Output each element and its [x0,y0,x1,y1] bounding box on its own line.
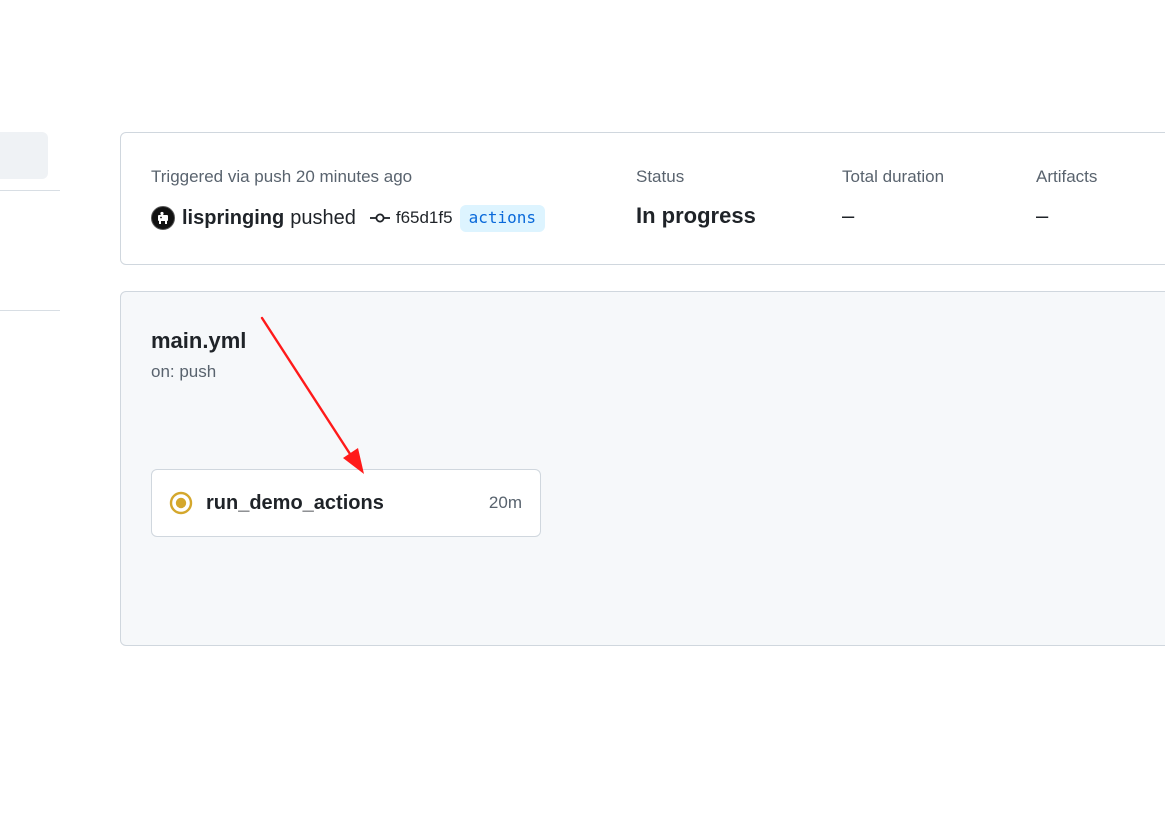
trigger-description: Triggered via push 20 minutes ago [151,167,413,186]
sidebar-divider [0,310,60,311]
git-commit-icon [369,212,390,224]
commit-sha-link[interactable]: f65d1f5 [396,208,453,228]
job-name: run_demo_actions [206,491,384,514]
run-summary-card: Triggered via push 20 minutes ago lispri… [120,132,1165,265]
event-verb: pushed [290,206,356,229]
status-value: In progress [636,203,756,228]
total-duration-value: – [842,203,855,228]
total-duration-label: Total duration [842,167,945,186]
actor-link[interactable]: lispringing [182,207,284,230]
job-duration: 20m [488,493,522,512]
workflow-graph-panel: main.yml on: push run_demo_actions 20m [120,291,1165,646]
workflow-file-name: main.yml [151,328,247,353]
workflow-trigger: on: push [151,362,217,381]
branch-label[interactable]: actions [459,204,546,232]
workflow-run-page: Triggered via push 20 minutes ago lispri… [0,0,1165,829]
job-card[interactable]: run_demo_actions 20m [151,469,541,537]
artifacts-label: Artifacts [1036,167,1098,186]
sidebar-item-selected[interactable] [0,132,48,179]
status-label: Status [636,167,685,186]
avatar-icon [158,211,168,224]
trigger-row: lispringing pushed f65d1f5 actions [151,204,546,232]
avatar[interactable] [151,206,175,230]
sidebar-divider [0,190,60,191]
in-progress-status-icon [169,491,193,515]
artifacts-value: – [1036,203,1049,228]
